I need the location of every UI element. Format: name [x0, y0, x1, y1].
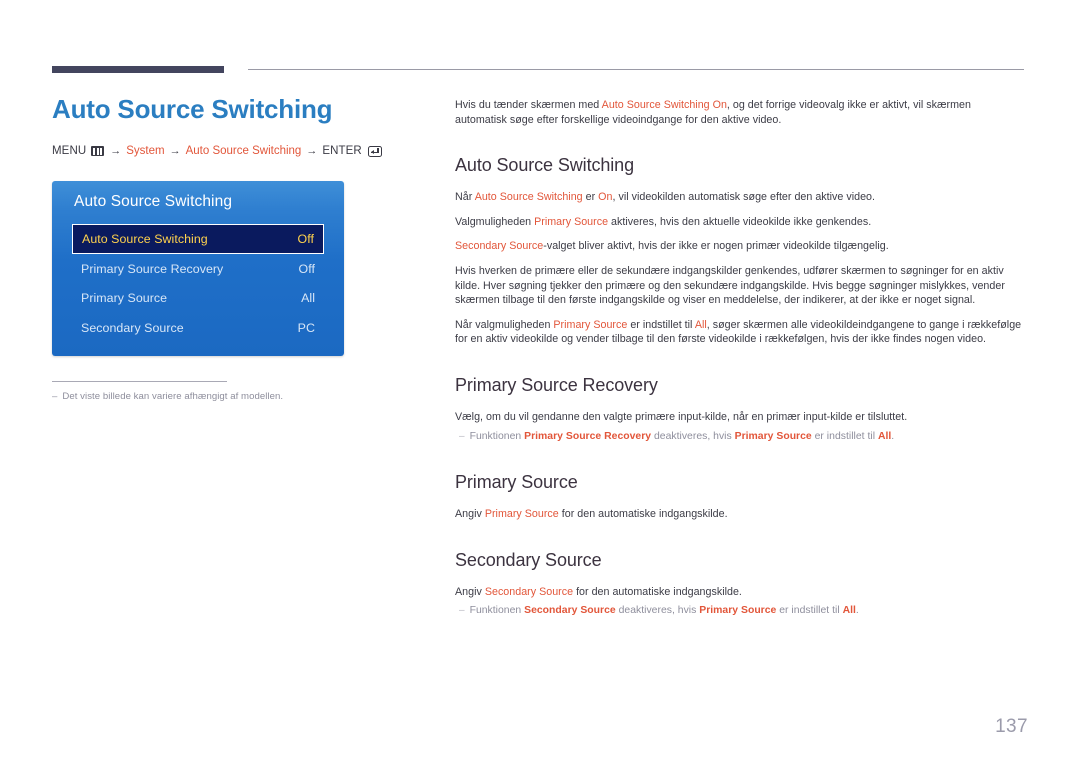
- psr-note-red3: All: [877, 430, 892, 442]
- page-title: Auto Source Switching: [52, 94, 333, 124]
- breadcrumb-item-auto-source-switching: Auto Source Switching: [185, 145, 302, 157]
- osd-row-primary-source[interactable]: Primary Source All: [72, 284, 324, 314]
- osd-row-primary-source-recovery[interactable]: Primary Source Recovery Off: [72, 254, 324, 284]
- footnote-text: Det viste billede kan variere afhængigt …: [62, 391, 284, 402]
- psr-note-red2: Primary Source: [734, 430, 812, 442]
- ass-p3-red: Secondary Source: [455, 240, 544, 253]
- menu-bars-icon: [91, 146, 105, 156]
- ss-p1-b: for den automatiske indgangskilde.: [573, 585, 742, 598]
- ss-note-c: er indstillet til: [776, 605, 843, 617]
- ass-p5-red1: Primary Source: [553, 318, 628, 331]
- ass-p2-a: Valgmuligheden: [455, 215, 535, 228]
- psr-note: ‒ Funktionen Primary Source Recovery dea…: [455, 430, 1025, 445]
- left-column: Auto Source Switching MENU → System → Au…: [52, 92, 412, 157]
- intro-paragraph: Hvis du tænder skærmen med Auto Source S…: [455, 98, 1025, 127]
- ss-note-text: Funktionen Secondary Source deaktiveres,…: [470, 604, 859, 619]
- ps-p1-a: Angiv: [455, 508, 485, 521]
- intro-text-a: Hvis du tænder skærmen med: [455, 99, 602, 111]
- manual-page: Auto Source Switching MENU → System → Au…: [0, 0, 1080, 763]
- breadcrumb-arrow-2: →: [169, 145, 181, 157]
- breadcrumb-arrow-3: →: [306, 145, 318, 157]
- psr-note-text: Funktionen Primary Source Recovery deakt…: [470, 430, 895, 445]
- psr-note-red1: Primary Source Recovery: [524, 430, 652, 442]
- osd-row-auto-source-switching[interactable]: Auto Source Switching Off: [72, 224, 324, 254]
- ass-p1-c: , vil videokilden automatisk søge efter …: [612, 191, 876, 204]
- psr-note-c: er indstillet til: [811, 430, 878, 442]
- psr-note-b: deaktiveres, hvis: [651, 430, 735, 442]
- ass-p2-red: Primary Source: [534, 215, 609, 228]
- heading-secondary-source: Secondary Source: [455, 549, 602, 570]
- osd-row-label: Primary Source: [81, 291, 168, 306]
- ass-p3-b: -valget bliver aktivt, hvis der ikke er …: [543, 240, 889, 253]
- breadcrumb-item-system: System: [126, 145, 165, 157]
- ass-p1-red2: On: [598, 191, 613, 204]
- ss-note-a: Funktionen: [469, 605, 525, 617]
- psr-note-a: Funktionen: [469, 430, 525, 442]
- osd-row-label: Secondary Source: [81, 320, 184, 335]
- ass-p1-a: Når: [455, 191, 475, 204]
- ps-paragraph-1: Angiv Primary Source for den automatiske…: [455, 507, 1025, 522]
- ass-p5-a: Når valgmuligheden: [455, 318, 554, 331]
- ass-paragraph-1: Når Auto Source Switching er On, vil vid…: [455, 190, 1025, 205]
- ass-paragraph-5: Når valgmuligheden Primary Source er ind…: [455, 318, 1025, 347]
- footnote-dash: ‒: [52, 391, 58, 402]
- breadcrumb-menu-label: MENU: [52, 145, 87, 157]
- ass-paragraph-2: Valgmuligheden Primary Source aktiveres,…: [455, 215, 1025, 230]
- ass-paragraph-4: Hvis hverken de primære eller de sekundæ…: [455, 264, 1005, 307]
- ps-p1-red: Primary Source: [484, 508, 559, 521]
- footnote: ‒ Det viste billede kan variere afhængig…: [52, 390, 382, 403]
- note-dash: ‒: [459, 605, 465, 617]
- ass-p1-b: er: [582, 191, 599, 204]
- ass-p1-red1: Auto Source Switching: [474, 191, 583, 204]
- enter-return-icon: [367, 145, 382, 157]
- ss-note-red2: Primary Source: [699, 605, 777, 617]
- ss-note-red3: All: [842, 605, 856, 617]
- osd-menu-panel: Auto Source Switching Auto Source Switch…: [52, 181, 344, 356]
- ps-p1-b: for den automatiske indgangskilde.: [558, 508, 728, 521]
- intro-highlight: Auto Source Switching On: [601, 99, 727, 111]
- osd-row-value: Off: [297, 232, 314, 246]
- ss-note-red1: Secondary Source: [524, 605, 616, 617]
- note-dash: ‒: [459, 430, 465, 442]
- footnote-divider: [52, 381, 227, 382]
- right-column: Hvis du tænder skærmen med Auto Source S…: [455, 98, 1025, 619]
- osd-row-value: Off: [298, 261, 315, 276]
- ass-p5-red2: All: [694, 318, 707, 331]
- osd-menu-list: Auto Source Switching Off Primary Source…: [72, 224, 324, 343]
- ss-note-b: deaktiveres, hvis: [615, 605, 700, 617]
- ass-paragraph-3: Secondary Source-valget bliver aktivt, h…: [455, 239, 1025, 254]
- psr-paragraph-1: Vælg, om du vil gendanne den valgte prim…: [455, 410, 908, 423]
- header-rule: [52, 66, 1024, 74]
- ss-note-d: .: [855, 605, 859, 617]
- osd-row-value: All: [301, 291, 315, 306]
- ass-p5-b: er indstillet til: [627, 318, 695, 331]
- header-rule-thin: [248, 69, 1024, 70]
- breadcrumb: MENU → System → Auto Source Switching → …: [52, 145, 412, 157]
- ass-p2-b: aktiveres, hvis den aktuelle videokilde …: [608, 215, 872, 228]
- osd-row-secondary-source[interactable]: Secondary Source PC: [72, 313, 324, 343]
- ss-p1-a: Angiv: [455, 585, 485, 598]
- osd-row-label: Primary Source Recovery: [81, 261, 224, 276]
- ss-p1-red: Secondary Source: [484, 585, 574, 598]
- osd-row-value: PC: [297, 320, 315, 335]
- heading-primary-source-recovery: Primary Source Recovery: [455, 374, 658, 395]
- ss-paragraph-1: Angiv Secondary Source for den automatis…: [455, 585, 1025, 600]
- breadcrumb-arrow-1: →: [110, 145, 122, 157]
- header-rule-thick: [52, 66, 224, 73]
- ss-note: ‒ Funktionen Secondary Source deaktivere…: [455, 604, 1025, 619]
- breadcrumb-enter-label: ENTER: [322, 145, 362, 157]
- heading-auto-source-switching: Auto Source Switching: [455, 155, 634, 176]
- psr-note-d: .: [891, 430, 895, 442]
- heading-primary-source: Primary Source: [455, 472, 578, 493]
- page-number: 137: [995, 716, 1028, 737]
- osd-panel-title: Auto Source Switching: [74, 193, 233, 210]
- osd-row-label: Auto Source Switching: [82, 232, 208, 246]
